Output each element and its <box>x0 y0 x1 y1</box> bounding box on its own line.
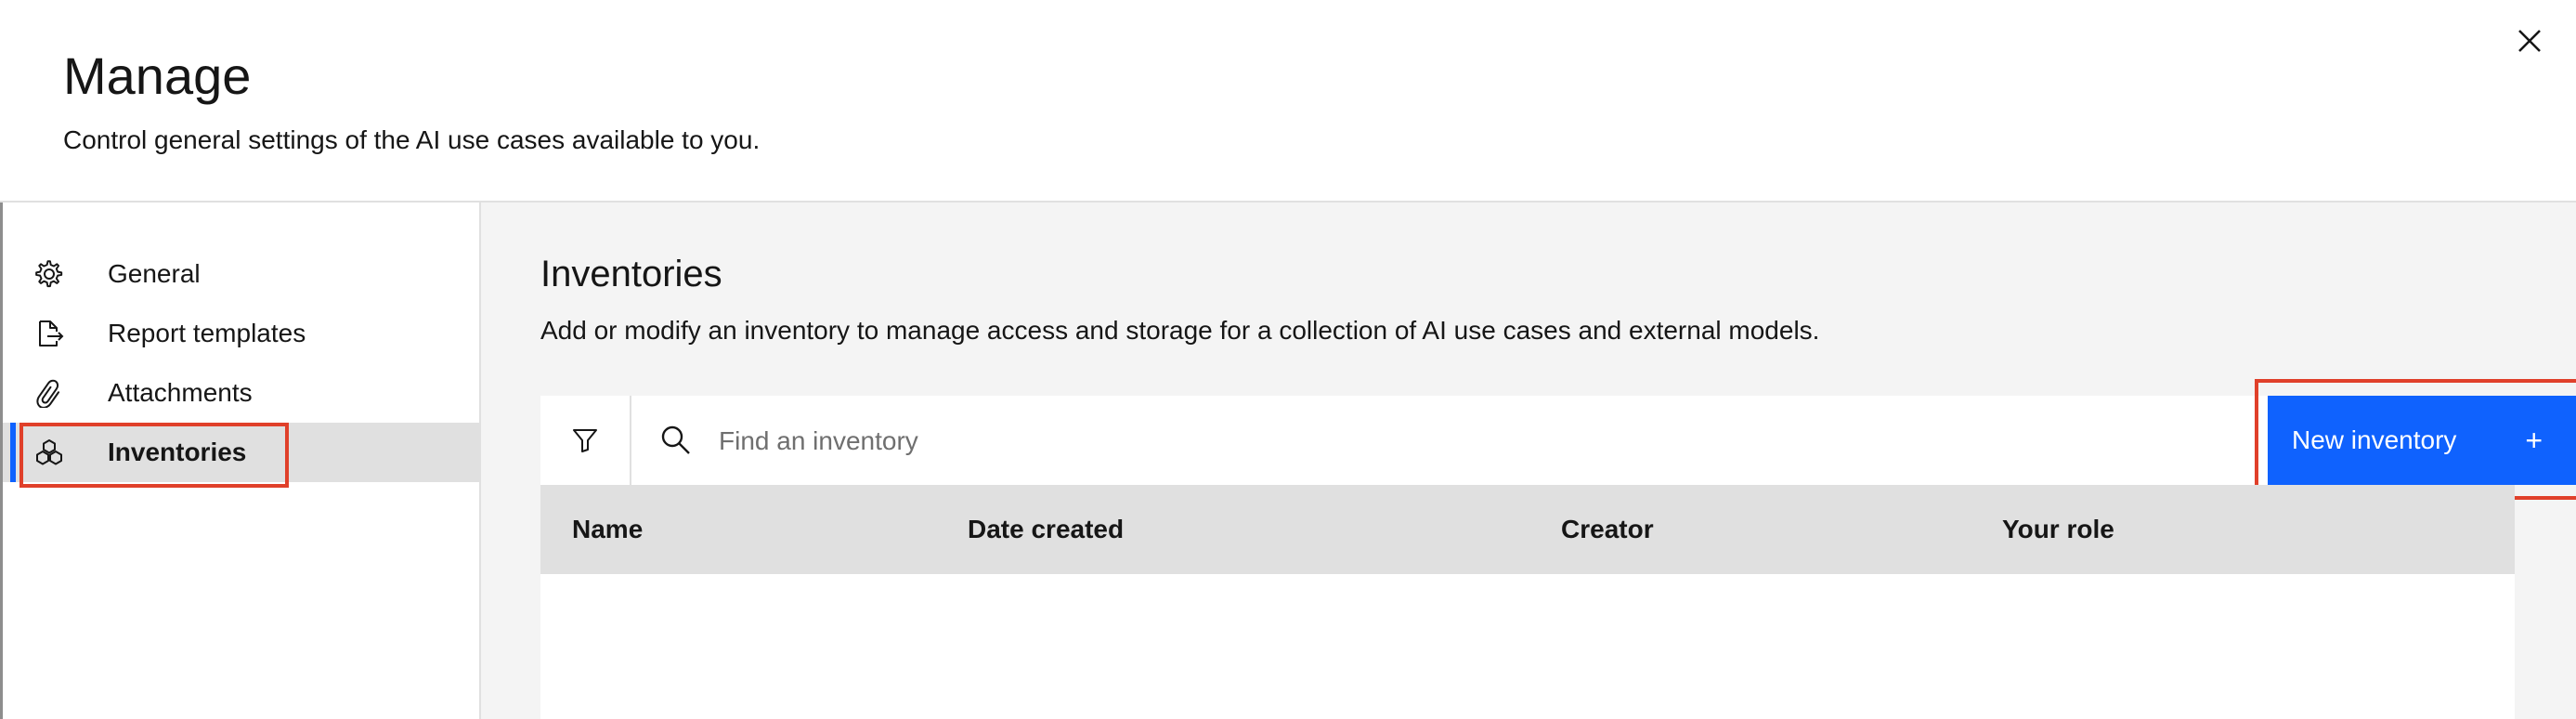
page-subtitle: Control general settings of the AI use c… <box>63 125 761 154</box>
gear-icon <box>33 257 66 291</box>
section-title: Inventories <box>540 254 722 294</box>
filter-button[interactable] <box>540 396 631 485</box>
search-icon <box>661 425 690 454</box>
inventory-table: Name Date created Creator Your role <box>540 485 2515 719</box>
sidebar: General Report templates Attachments Inv… <box>3 203 481 719</box>
table-toolbar: New inventory + <box>540 379 2576 500</box>
active-indicator <box>10 423 16 482</box>
dialog-header: Manage Control general settings of the A… <box>0 0 2576 203</box>
new-inventory-label: New inventory <box>2292 425 2457 454</box>
add-icon: + <box>2525 424 2543 457</box>
close-icon <box>2518 30 2541 52</box>
new-inventory-button[interactable]: New inventory + <box>2268 396 2576 485</box>
column-header-creator[interactable]: Creator <box>1561 513 1654 546</box>
sidebar-item-report-templates[interactable]: Report templates <box>3 304 479 363</box>
sidebar-item-label: General <box>108 259 201 288</box>
manage-dialog: Manage Control general settings of the A… <box>0 0 2576 719</box>
paperclip-icon <box>33 376 66 410</box>
column-header-your-role[interactable]: Your role <box>2002 513 2114 546</box>
sidebar-item-attachments[interactable]: Attachments <box>3 363 479 423</box>
close-button[interactable] <box>2509 20 2550 61</box>
page-title: Manage <box>63 46 252 105</box>
sidebar-item-inventories[interactable]: Inventories <box>3 423 479 482</box>
search-input[interactable] <box>717 412 1761 470</box>
cube-stack-icon <box>33 436 66 469</box>
document-export-icon <box>33 317 66 350</box>
sidebar-item-general[interactable]: General <box>3 244 479 304</box>
column-header-name[interactable]: Name <box>572 513 643 546</box>
column-header-date-created[interactable]: Date created <box>968 513 1124 546</box>
table-header: Name Date created Creator Your role <box>540 485 2515 574</box>
filter-icon <box>573 429 597 452</box>
sidebar-item-label: Attachments <box>108 378 253 407</box>
sidebar-item-label: Inventories <box>108 438 247 466</box>
section-description: Add or modify an inventory to manage acc… <box>540 316 1820 345</box>
main-content: Inventories Add or modify an inventory t… <box>481 203 2576 719</box>
sidebar-item-label: Report templates <box>108 319 306 347</box>
